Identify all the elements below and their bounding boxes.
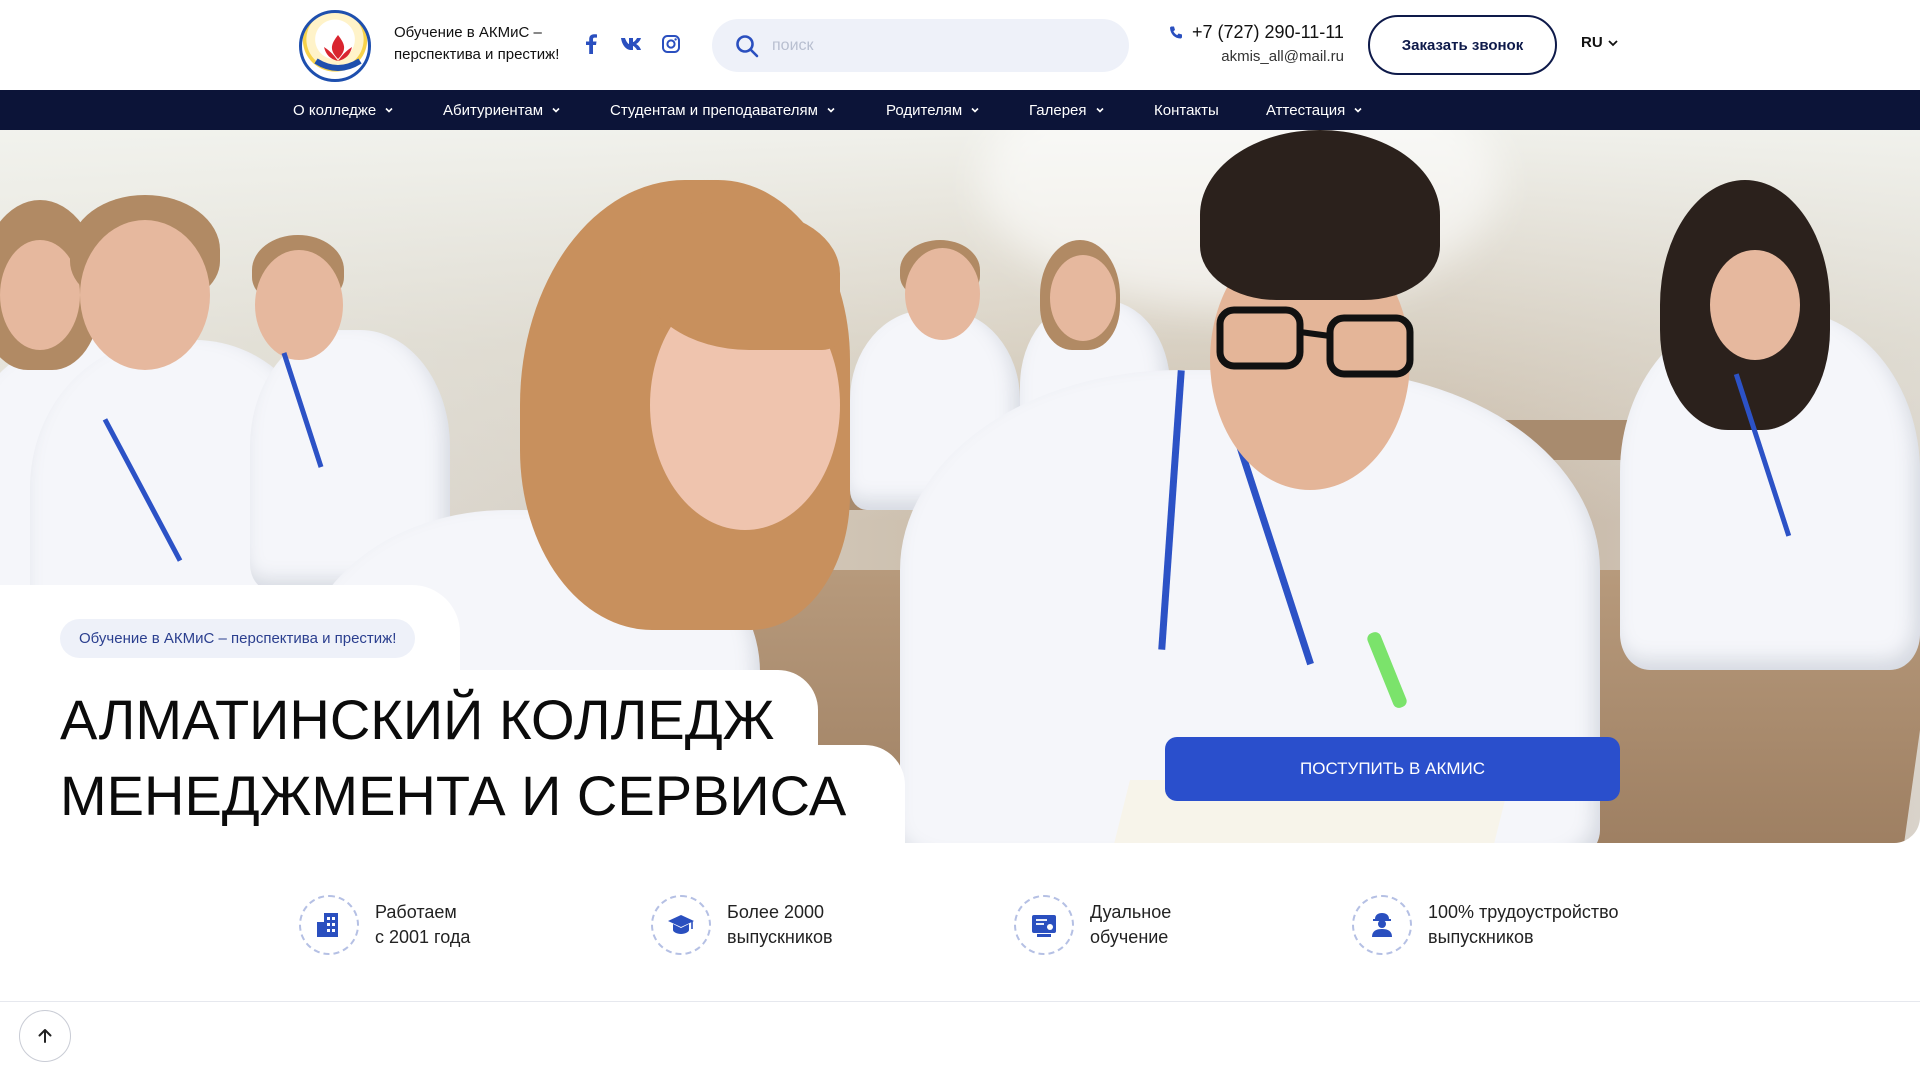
- email-link[interactable]: akmis_all@mail.ru: [1221, 48, 1344, 65]
- title-line: МЕНЕДЖМЕНТА И СЕРВИСА: [60, 764, 847, 827]
- nav-item-applicants[interactable]: Абитуриентам: [443, 90, 561, 130]
- nav-item-parents[interactable]: Родителям: [886, 90, 980, 130]
- search-icon[interactable]: [734, 33, 760, 59]
- feature-item: Работаем с 2001 года: [299, 895, 470, 955]
- section-divider: [0, 1001, 1920, 1002]
- chevron-down-icon: [971, 107, 979, 113]
- chevron-down-icon: [827, 107, 835, 113]
- student-face: [0, 240, 80, 350]
- language-selector[interactable]: RU: [1581, 34, 1619, 51]
- apply-button[interactable]: ПОСТУПИТЬ В АКМИС: [1165, 737, 1620, 801]
- student-face: [80, 220, 210, 370]
- feature-text: 100% трудоустройство выпускников: [1428, 902, 1619, 947]
- college-logo[interactable]: [299, 10, 371, 82]
- feature-item: Дуальное обучение: [1014, 895, 1171, 955]
- glasses-icon: [1216, 306, 1414, 378]
- certificate-icon: [1014, 895, 1074, 955]
- chevron-down-icon: [552, 107, 560, 113]
- hero-badge: Обучение в АКМиС – перспектива и престиж…: [60, 619, 416, 658]
- site-header: Обучение в АКМиС – перспектива и престиж…: [0, 0, 1920, 90]
- chevron-down-icon: [1354, 107, 1362, 113]
- search-input[interactable]: [772, 19, 1112, 72]
- student-boy-hair: [1200, 130, 1440, 300]
- phone-icon: [1170, 26, 1182, 38]
- title-line: АЛМАТИНСКИЙ КОЛЛЕДЖ: [60, 688, 775, 751]
- nav-item-label: Аттестация: [1266, 101, 1346, 119]
- graduation-cap-icon: [651, 895, 711, 955]
- hero-bottom-spacer: [0, 843, 1920, 903]
- student-face: [255, 250, 343, 360]
- feature-text: Работаем с 2001 года: [375, 902, 471, 947]
- worker-icon: [1352, 895, 1412, 955]
- nav-item-label: О колледже: [293, 101, 377, 119]
- search-bar: [712, 19, 1129, 72]
- phone-number[interactable]: +7 (727) 290-11-11: [1192, 22, 1344, 43]
- logo-emblem-icon: [314, 35, 362, 71]
- header-tagline: Обучение в АКМиС – перспектива и престиж…: [394, 24, 560, 63]
- chevron-down-icon: [1095, 107, 1104, 113]
- nav-item-contacts[interactable]: Контакты: [1154, 90, 1219, 130]
- nav-item-label: Контакты: [1154, 101, 1219, 119]
- feature-item: 100% трудоустройство выпускников: [1352, 895, 1619, 955]
- language-label: RU: [1581, 34, 1603, 51]
- instagram-icon[interactable]: [657, 30, 685, 58]
- nav-item-attestation[interactable]: Аттестация: [1266, 90, 1363, 130]
- vk-icon[interactable]: [617, 30, 645, 58]
- student-face: [1710, 250, 1800, 360]
- facebook-icon[interactable]: [577, 30, 605, 58]
- chevron-down-icon: [1608, 39, 1618, 46]
- scroll-to-top-button[interactable]: [19, 1010, 71, 1062]
- page-title: АЛМАТИНСКИЙ КОЛЛЕДЖ МЕНЕДЖМЕНТА И СЕРВИС…: [60, 682, 846, 834]
- building-icon: [299, 895, 359, 955]
- nav-item-gallery[interactable]: Галерея: [1029, 90, 1105, 130]
- student-face: [1050, 255, 1116, 341]
- nav-item-students-teachers[interactable]: Студентам и преподавателям: [610, 90, 836, 130]
- nav-item-label: Родителям: [886, 101, 963, 119]
- nav-item-label: Абитуриентам: [443, 101, 544, 119]
- feature-item: Более 2000 выпускников: [651, 895, 833, 955]
- arrow-up-icon: [38, 1029, 52, 1043]
- chevron-down-icon: [385, 107, 393, 113]
- order-call-button[interactable]: Заказать звонок: [1368, 15, 1557, 75]
- main-nav: О колледже Абитуриентам Студентам и преп…: [0, 90, 1920, 130]
- student-face: [905, 248, 980, 340]
- phone-contact[interactable]: +7 (727) 290-11-11: [1168, 22, 1344, 43]
- nav-item-label: Галерея: [1029, 101, 1087, 119]
- nav-item-about[interactable]: О колледже: [293, 90, 394, 130]
- feature-text: Дуальное обучение: [1090, 902, 1172, 947]
- nav-item-label: Студентам и преподавателям: [610, 101, 818, 119]
- feature-text: Более 2000 выпускников: [727, 902, 833, 947]
